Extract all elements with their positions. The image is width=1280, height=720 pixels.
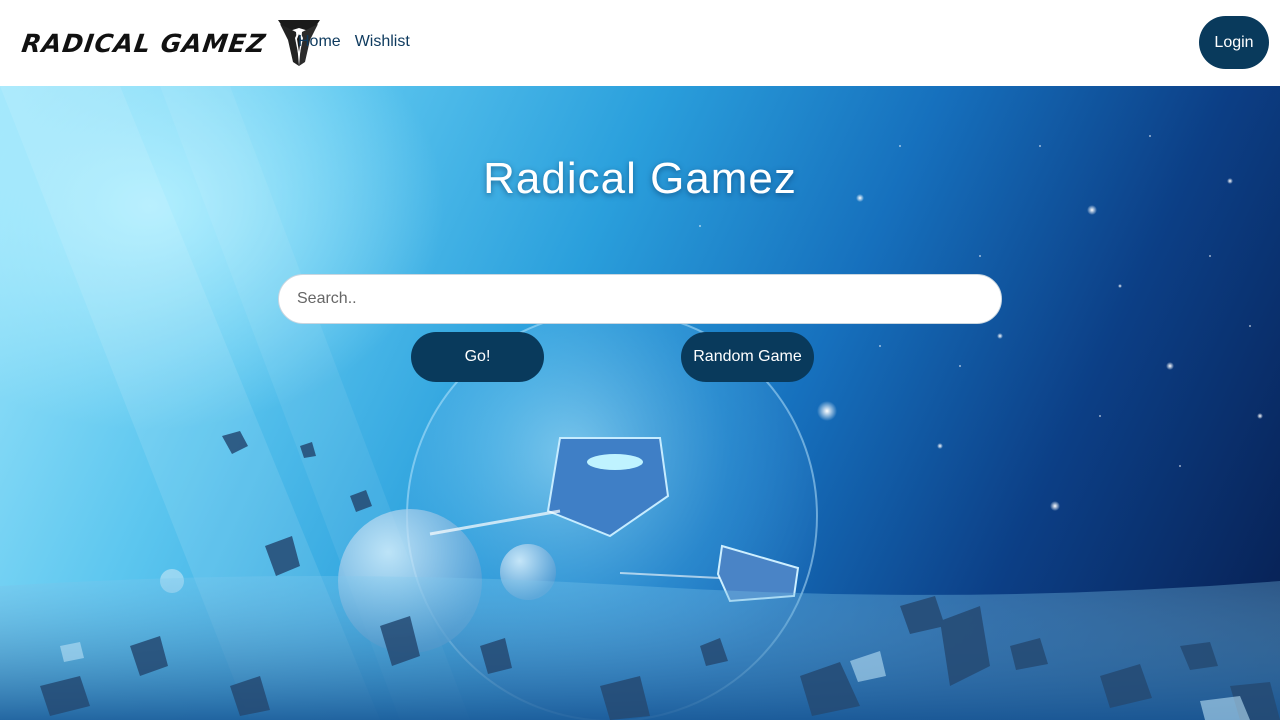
nav-link-home[interactable]: Home <box>298 33 341 51</box>
brand-name[interactable]: RADICAL GAMEZ <box>20 29 268 58</box>
hero-title: Radical Gamez <box>483 154 797 203</box>
navbar: RADICAL GAMEZ Home Wishlist Login <box>0 0 1280 86</box>
brand[interactable]: RADICAL GAMEZ <box>20 18 322 68</box>
nav-link-wishlist[interactable]: Wishlist <box>355 33 410 51</box>
login-button[interactable]: Login <box>1199 16 1269 69</box>
go-button[interactable]: Go! <box>411 332 544 382</box>
search-input[interactable] <box>278 274 1002 324</box>
nav-links: Home Wishlist <box>298 33 410 51</box>
hero-section: Radical Gamez Go! Random Game <box>0 86 1280 720</box>
random-game-button[interactable]: Random Game <box>681 332 814 382</box>
